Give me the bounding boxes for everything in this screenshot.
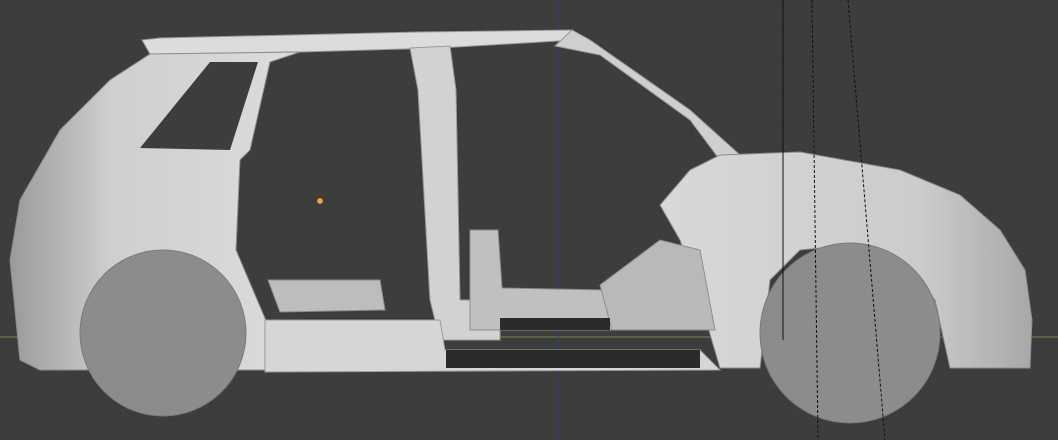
rear-seat[interactable] <box>267 279 386 313</box>
rear-wheel[interactable] <box>79 249 247 417</box>
object-origin[interactable] <box>316 197 324 205</box>
floor-dark <box>446 350 700 368</box>
floor-dark-2 <box>500 318 610 330</box>
3d-viewport[interactable] <box>0 0 1058 440</box>
viewport-canvas[interactable] <box>0 0 1058 440</box>
front-wheel[interactable] <box>759 242 941 424</box>
